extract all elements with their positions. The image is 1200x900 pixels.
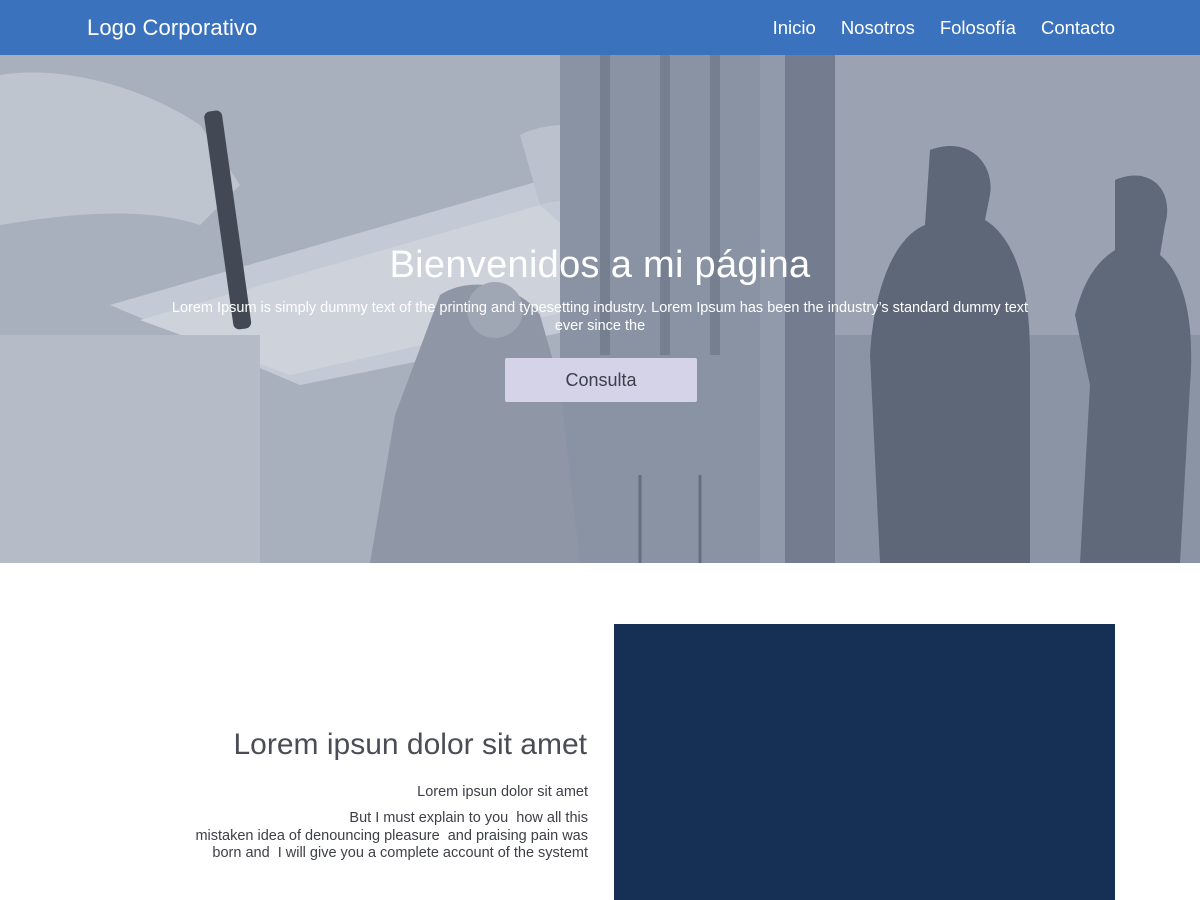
section-title: Lorem ipsun dolor sit amet <box>233 728 588 761</box>
section-body-line: But I must explain to you how all this <box>349 810 588 826</box>
section-body-line: mistaken idea of denouncing pleasure and… <box>195 827 588 844</box>
section-body: But I must explain to you how all this m… <box>120 810 588 863</box>
nav-item-inicio[interactable]: Inicio <box>773 17 816 39</box>
hero-subtitle: Lorem Ipsum is simply dummy text of the … <box>171 300 1029 334</box>
nav-item-filosofia[interactable]: Folosofía <box>940 17 1016 39</box>
main-nav: Inicio Nosotros Folosofía Contacto <box>748 17 1115 39</box>
top-navbar: Logo Corporativo Inicio Nosotros Folosof… <box>0 0 1200 55</box>
media-block <box>614 624 1115 900</box>
hero-title: Bienvenidos a mi página <box>389 244 811 286</box>
logo[interactable]: Logo Corporativo <box>87 15 257 41</box>
hero-content: Bienvenidos a mi página Lorem Ipsum is s… <box>0 55 1200 563</box>
consulta-button[interactable]: Consulta <box>505 358 697 402</box>
nav-item-contacto[interactable]: Contacto <box>1041 17 1115 39</box>
section-body-line: born and I will give you a complete acco… <box>212 845 588 861</box>
hero-banner: Bienvenidos a mi página Lorem Ipsum is s… <box>0 55 1200 563</box>
nav-item-nosotros[interactable]: Nosotros <box>841 17 915 39</box>
section-subtitle: Lorem ipsun dolor sit amet <box>417 784 588 800</box>
